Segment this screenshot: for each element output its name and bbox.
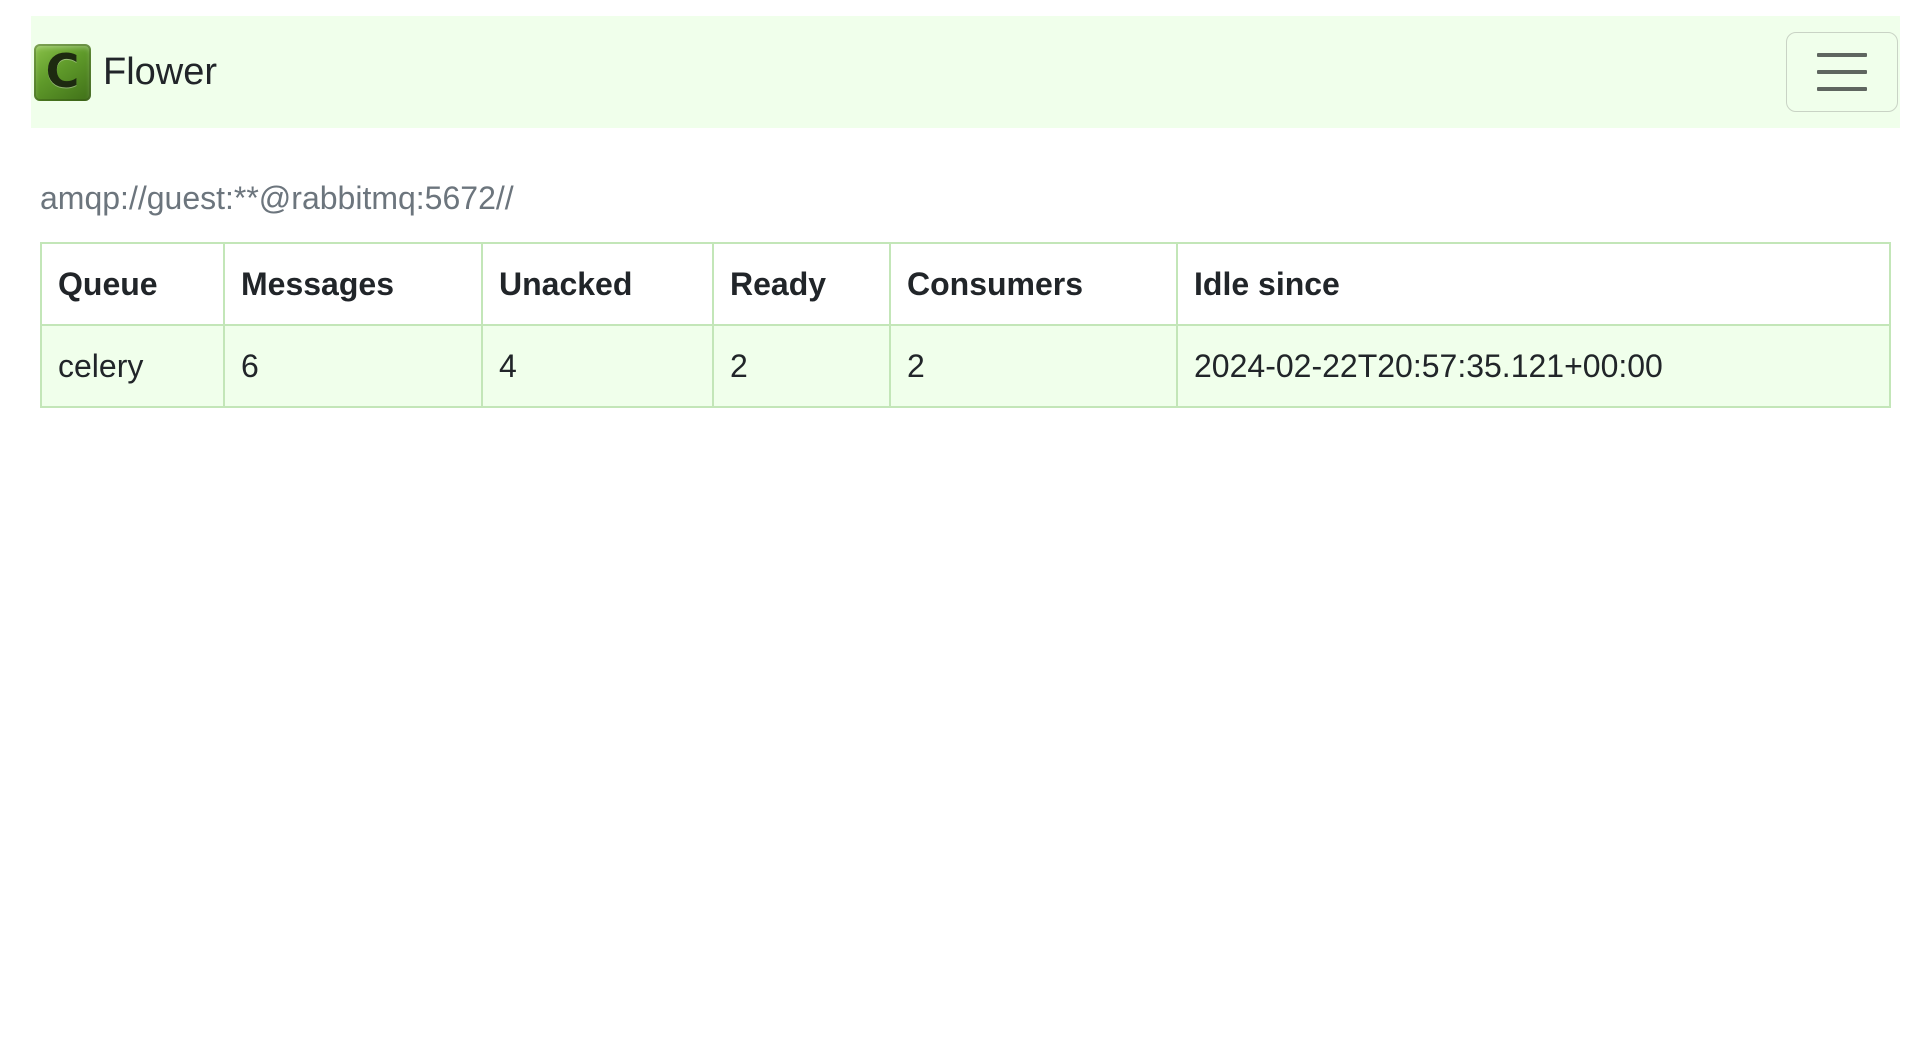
cell-ready: 2 — [712, 324, 891, 408]
navbar: C Flower — [31, 16, 1900, 128]
celery-logo-icon: C — [34, 43, 91, 101]
column-header-unacked[interactable]: Unacked — [481, 242, 714, 326]
hamburger-menu-icon — [1817, 53, 1867, 91]
brand-name: Flower — [103, 51, 218, 93]
cell-unacked: 4 — [481, 324, 714, 408]
queues-table: Queue Messages Unacked Ready Consumers I… — [40, 242, 1891, 408]
navbar-toggle-button[interactable] — [1786, 32, 1898, 112]
cell-idle-since: 2024-02-22T20:57:35.121+00:00 — [1176, 324, 1891, 408]
column-header-ready[interactable]: Ready — [712, 242, 891, 326]
table-header-row: Queue Messages Unacked Ready Consumers I… — [40, 242, 1891, 326]
broker-url: amqp://guest:**@rabbitmq:5672// — [40, 180, 514, 216]
brand-link[interactable]: C Flower — [34, 43, 218, 101]
column-header-messages[interactable]: Messages — [223, 242, 483, 326]
column-header-idle-since[interactable]: Idle since — [1176, 242, 1891, 326]
column-header-consumers[interactable]: Consumers — [889, 242, 1178, 326]
column-header-queue[interactable]: Queue — [40, 242, 225, 326]
logo-letter: C — [45, 44, 80, 98]
cell-queue-name: celery — [40, 324, 225, 408]
table-row: celery 6 4 2 2 2024-02-22T20:57:35.121+0… — [40, 324, 1891, 408]
cell-messages: 6 — [223, 324, 483, 408]
cell-consumers: 2 — [889, 324, 1178, 408]
